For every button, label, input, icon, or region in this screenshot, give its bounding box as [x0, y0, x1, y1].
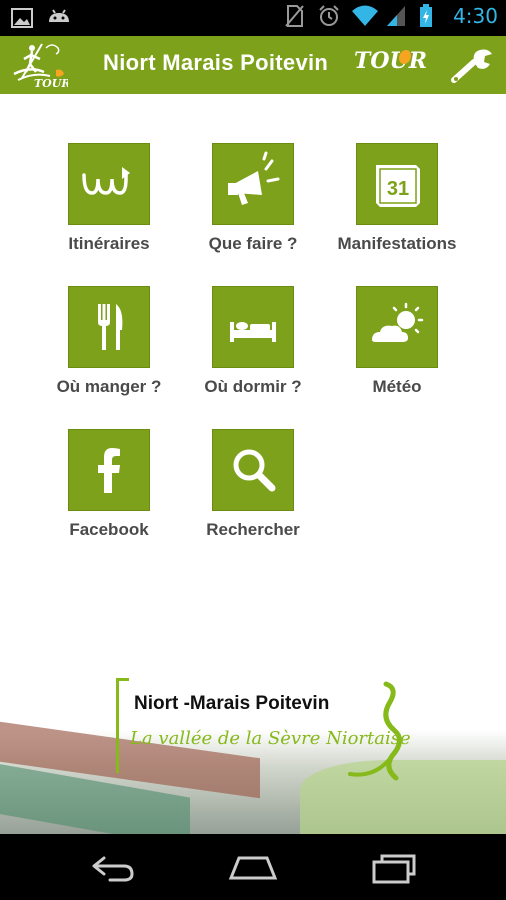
- app-title: Niort Marais Poitevin: [103, 50, 329, 75]
- fork-knife-icon: [98, 304, 123, 350]
- rechercher-tile[interactable]: [212, 429, 294, 511]
- battery-icon: [419, 4, 443, 28]
- ou-manger-tile[interactable]: [68, 286, 150, 368]
- meteo-label[interactable]: Météo: [322, 377, 472, 397]
- river-squiggle-icon: [348, 681, 402, 781]
- wifi-icon: [351, 4, 379, 28]
- megaphone-icon: [228, 151, 280, 205]
- brand-name: Niort -Marais Poitevin: [134, 693, 330, 714]
- manifestations-label[interactable]: Manifestations: [322, 234, 472, 254]
- calendar-icon: 31: [376, 165, 420, 207]
- logo-tour-text: TOUR: [34, 77, 68, 90]
- meteo-tile[interactable]: [356, 286, 438, 368]
- settings-button[interactable]: [450, 44, 494, 86]
- rechercher-label[interactable]: Rechercher: [178, 520, 328, 540]
- wrench-icon: [451, 49, 492, 83]
- footer-brand: Niort -Marais Poitevin La vallée de la S…: [0, 650, 506, 834]
- home-icon: [228, 856, 278, 880]
- manifestations-tile[interactable]: 31: [356, 143, 438, 225]
- status-bar: 4:30: [0, 0, 506, 36]
- itineraires-label[interactable]: Itinéraires: [34, 234, 184, 254]
- ou-manger-label[interactable]: Où manger ?: [34, 377, 184, 397]
- search-icon: [233, 449, 276, 492]
- ou-dormir-label[interactable]: Où dormir ?: [178, 377, 328, 397]
- tour-badge: TOUR: [354, 48, 428, 74]
- signal-icon: [385, 4, 409, 28]
- recents-icon: [372, 854, 416, 884]
- ou-dormir-tile[interactable]: [212, 286, 294, 368]
- facebook-icon: [98, 448, 120, 493]
- alarm-icon: [317, 4, 341, 28]
- calendar-day: 31: [387, 178, 409, 200]
- route-icon: [82, 167, 130, 195]
- facebook-label[interactable]: Facebook: [34, 520, 184, 540]
- back-button[interactable]: [82, 844, 142, 890]
- itineraires-tile[interactable]: [68, 143, 150, 225]
- home-button[interactable]: [223, 844, 283, 890]
- bed-icon: [230, 322, 276, 342]
- navigation-bar: [0, 834, 506, 900]
- back-icon: [92, 856, 134, 882]
- app-logo[interactable]: TOUR: [10, 40, 71, 90]
- no-sim-icon: [283, 4, 307, 28]
- que-faire-tile[interactable]: [212, 143, 294, 225]
- brand-bracket: [116, 678, 129, 773]
- facebook-tile[interactable]: [68, 429, 150, 511]
- weather-icon: [372, 302, 424, 342]
- image-icon: [10, 6, 34, 30]
- recents-button[interactable]: [364, 844, 424, 890]
- que-faire-label[interactable]: Que faire ?: [178, 234, 328, 254]
- action-bar: TOUR Niort Marais Poitevin TOUR: [0, 36, 506, 94]
- android-icon: [46, 6, 70, 30]
- clock: 4:30: [453, 4, 498, 28]
